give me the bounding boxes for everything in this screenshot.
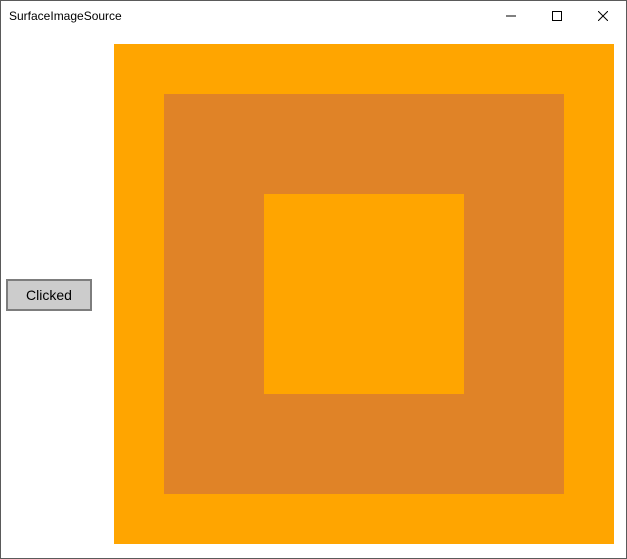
close-button[interactable] — [580, 1, 626, 31]
surface-image — [114, 44, 614, 544]
window-title: SurfaceImageSource — [1, 9, 488, 23]
square-inner — [264, 194, 464, 394]
client-area: Clicked — [1, 31, 626, 558]
app-window: SurfaceImageSource Clicked — [0, 0, 627, 559]
close-icon — [598, 11, 608, 21]
minimize-button[interactable] — [488, 1, 534, 31]
minimize-icon — [506, 11, 516, 21]
titlebar[interactable]: SurfaceImageSource — [1, 1, 626, 31]
maximize-icon — [552, 11, 562, 21]
window-control-buttons — [488, 1, 626, 31]
maximize-button[interactable] — [534, 1, 580, 31]
clicked-button[interactable]: Clicked — [6, 279, 92, 311]
